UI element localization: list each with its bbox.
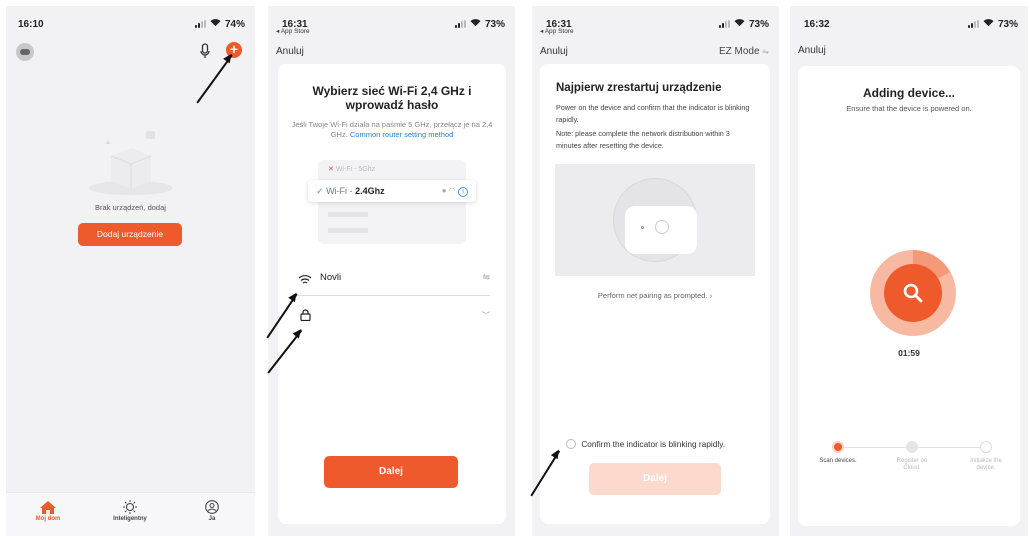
device-illustration [555, 164, 755, 276]
phone-screen-adding-device: 16:32 73% Anuluj Adding device... Ensure… [790, 6, 1028, 536]
battery-level: 74% [224, 18, 245, 30]
status-bar: 16:31 73% [546, 16, 769, 32]
battery-level: 73% [748, 18, 769, 30]
lock-icon [300, 308, 311, 326]
wifi-band-note: Jeśli Twoje Wi-Fi działa na paśmie 5 GHz… [291, 120, 493, 139]
lock-wifi-info-icons: ● ◠ i [442, 180, 468, 202]
wifi-icon [983, 18, 994, 30]
screenshot-collage: 16:10 74% + Brak urządzeń, dodaj Dodaj u… [0, 0, 1030, 536]
wifi-icon [210, 18, 221, 30]
tab-my-home[interactable]: Mój dom [28, 501, 68, 522]
wifi-5ghz-row: ✕ Wi-Fi - 5Ghz [328, 166, 376, 173]
battery-level: 73% [997, 18, 1018, 30]
sun-icon [110, 500, 150, 516]
tab-smart[interactable]: Inteligentny [110, 500, 150, 522]
empty-state-text: Brak urządzeń, dodaj [95, 203, 166, 212]
step-scan-icon [832, 441, 844, 453]
signal-icon [967, 20, 979, 28]
reset-description: Power on the device and confirm that the… [556, 103, 750, 124]
status-bar: 16:32 73% [804, 16, 1018, 32]
switch-mode-icon: ⇋ [762, 47, 769, 56]
next-button-disabled[interactable]: Dalej [589, 463, 721, 495]
wifi-network-row[interactable]: Novli ⇋ [298, 270, 490, 296]
status-bar: 16:31 73% [282, 16, 505, 32]
wifi-band-illustration: ✕ Wi-Fi - 5Ghz ✓ Wi-Fi - 2.4Ghz ● ◠ i [308, 160, 476, 244]
reset-note: Note: please complete the network distri… [556, 129, 730, 150]
empty-box-illustration [86, 126, 176, 196]
wifi-icon [470, 18, 481, 30]
battery-level: 73% [484, 18, 505, 30]
status-time: 16:10 [18, 18, 44, 30]
eye-closed-icon[interactable]: ︶ [482, 310, 490, 321]
back-to-app-store[interactable]: ◂ App Store [276, 27, 310, 35]
next-button[interactable]: Dalej [324, 456, 458, 488]
countdown-timer: 01:59 [898, 348, 920, 358]
password-row[interactable]: ︶ [298, 308, 490, 328]
wifi-form-card: Wybierz sieć Wi-Fi 2,4 GHz i wprowadź ha… [278, 64, 506, 524]
status-bar: 16:10 74% [18, 16, 245, 32]
add-device-button[interactable]: Dodaj urządzenie [78, 223, 182, 246]
reset-instructions-card: Najpierw zrestartuj urządzenie Power on … [540, 64, 770, 524]
phone-screen-home: 16:10 74% + Brak urządzeń, dodaj Dodaj u… [6, 6, 255, 536]
phone-screen-reset-device: 16:31 73% ◂ App Store Anuluj EZ Mode ⇋ N… [532, 6, 779, 536]
page-title: Najpierw zrestartuj urządzenie [556, 82, 722, 94]
wifi-network-name: Novli [320, 272, 342, 283]
ez-mode-switch[interactable]: EZ Mode ⇋ [719, 46, 769, 57]
search-icon [902, 282, 924, 309]
step-init-label: Initialize the device. [970, 458, 1002, 471]
cancel-button[interactable]: Anuluj [276, 46, 304, 57]
home-icon [28, 501, 68, 516]
adding-device-card: Adding device... Ensure that the device … [798, 66, 1020, 526]
confirm-checkbox[interactable] [566, 438, 576, 449]
signal-icon [194, 20, 206, 28]
scan-progress-ring [870, 250, 956, 336]
power-icon [655, 220, 669, 234]
wifi-24ghz-row: ✓ Wi-Fi - 2.4Ghz ● ◠ i [308, 180, 476, 202]
avatar[interactable] [16, 43, 34, 61]
cancel-button[interactable]: Anuluj [798, 45, 826, 56]
signal-icon [718, 20, 730, 28]
status-time: 16:32 [804, 18, 830, 30]
tab-me[interactable]: Ja [192, 500, 232, 522]
signal-icon [454, 20, 466, 28]
wifi-icon [734, 18, 745, 30]
step-cloud-icon [906, 441, 918, 453]
page-title: Adding device... [862, 86, 955, 100]
switch-network-icon[interactable]: ⇋ [482, 272, 490, 283]
net-pairing-link[interactable]: Perform net pairing as prompted. › [540, 291, 770, 300]
page-subtitle: Ensure that the device is powered on. [846, 104, 972, 113]
microphone-icon[interactable] [200, 43, 210, 64]
page-title: Wybierz sieć Wi-Fi 2,4 GHz i wprowadź ha… [312, 84, 472, 112]
profile-icon [192, 500, 232, 516]
step-init-icon [980, 441, 992, 453]
cancel-button[interactable]: Anuluj [540, 46, 568, 57]
wifi-icon [298, 272, 312, 290]
confirm-blinking-row[interactable]: Confirm the indicator is blinking rapidl… [566, 438, 766, 449]
step-scan-label: Scan devices. [819, 458, 857, 464]
step-cloud-label: Register on Cloud. [896, 458, 928, 471]
password-input[interactable] [320, 308, 460, 318]
phone-screen-wifi-setup: 16:31 73% ◂ App Store Anuluj Wybierz sie… [268, 6, 515, 536]
router-settings-link[interactable]: Common router setting method [350, 130, 453, 139]
back-to-app-store[interactable]: ◂ App Store [540, 27, 574, 35]
